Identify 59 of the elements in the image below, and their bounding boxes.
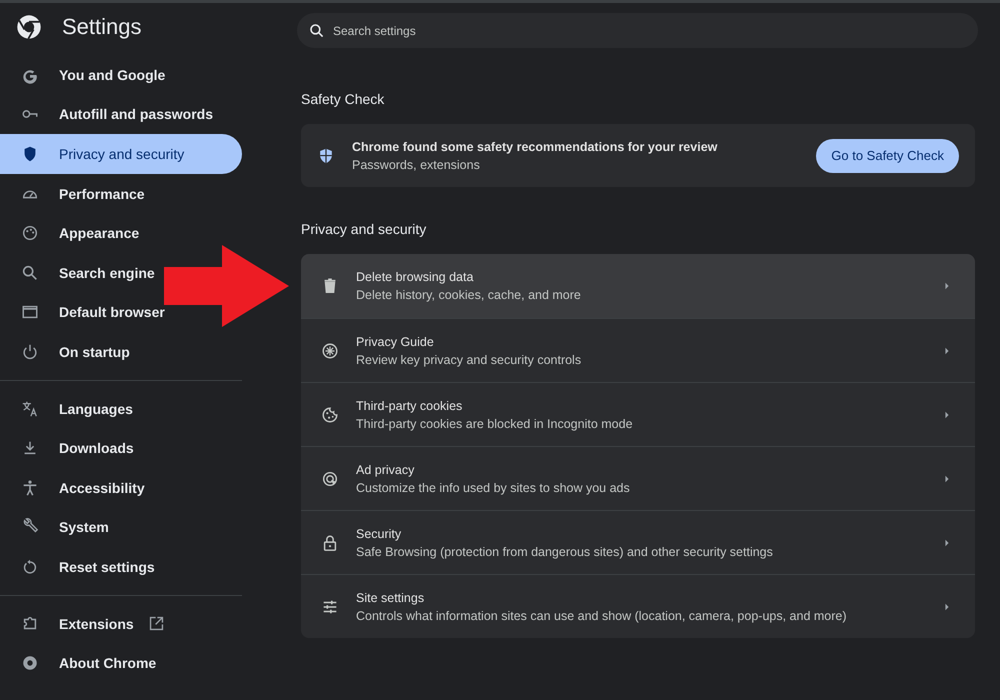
settings-row[interactable]: Ad privacy Customize the info used by sites to show you ads [301,446,975,510]
row-description: Delete history, cookies, cache, and more [356,288,582,302]
sidebar-item[interactable]: Reset settings [0,547,163,587]
palette-icon [21,224,39,242]
row-description: Review key privacy and security controls [356,352,582,366]
sidebar-item[interactable]: Search engine [0,252,163,293]
translate-icon [21,400,39,418]
row-title: Site settings [356,590,426,604]
caret-icon [943,410,951,418]
settings-row[interactable]: Privacy Guide Review key privacy and security controls [301,318,975,382]
person-icon [21,478,39,497]
target-icon [321,470,339,488]
row-title: Delete browsing data [356,270,474,284]
caret-icon [943,474,951,482]
sidebar-item[interactable]: You and Google [0,55,174,95]
caret-icon [943,602,951,610]
safety-message: Chrome found some safety recommendations for your review [352,140,718,154]
sidebar-item[interactable]: Performance [0,174,153,214]
search-field[interactable]: Search settings [297,13,978,48]
sidebar-item[interactable]: Privacy and security [0,134,242,174]
sidebar-item[interactable]: System [0,508,117,548]
sidebar-item[interactable]: Languages [0,388,141,428]
padlock-icon [321,534,339,552]
safety-detail: Passwords, extensions [352,158,481,172]
settings-title: Settings [62,14,142,40]
shield-icon [317,146,335,164]
row-description: Controls what information sites can use and show (location, camera, pop-ups, and more) [356,608,848,622]
settings-row[interactable]: Site settings Controls what information sites can use and show (location, camera, pop-ups, and more) [301,574,975,638]
reset-icon [21,558,39,576]
row-description: Third-party cookies are blocked in Incognito mode [356,416,634,430]
settings-row[interactable]: Delete browsing data Delete history, cookies, cache, and more [301,254,975,318]
section-heading: Safety Check [301,91,386,107]
row-description: Safe Browsing (protection from dangerous sites) and other security settings [356,544,774,558]
caret-icon [943,282,951,290]
sliders-icon [321,598,339,616]
row-title: Third-party cookies [356,398,464,412]
settings-row[interactable]: Security Safe Browsing (protection from dangerous sites) and other security settings [301,510,975,574]
compass-icon [321,342,339,360]
sidebar-item[interactable]: Extensions [0,604,173,644]
caret-icon [943,538,951,546]
sidebar-item[interactable]: Autofill and passwords [0,94,222,134]
sidebar-item[interactable]: Accessibility [0,468,153,508]
row-title: Security [356,526,402,540]
settings-row[interactable]: Third-party cookies Third-party cookies are blocked in Incognito mode [301,382,975,446]
caret-icon [943,346,951,354]
sidebar-item[interactable]: Downloads [0,428,142,468]
external-link-icon [148,615,165,632]
cookie-icon [321,406,339,424]
safety-check-button[interactable]: Go to Safety Check [816,138,959,172]
power-icon [21,342,39,361]
sidebar-item[interactable]: On startup [0,332,138,372]
row-description: Customize the info used by sites to show you ads [356,480,631,494]
sidebar-item[interactable]: About Chrome [0,643,164,683]
row-title: Ad privacy [356,462,416,476]
sidebar-item[interactable]: Appearance [0,213,148,253]
search-icon [21,264,39,282]
row-title: Privacy Guide [356,334,435,348]
sidebar-item[interactable]: Default browser [0,292,173,332]
section-heading: Privacy and security [301,221,428,237]
